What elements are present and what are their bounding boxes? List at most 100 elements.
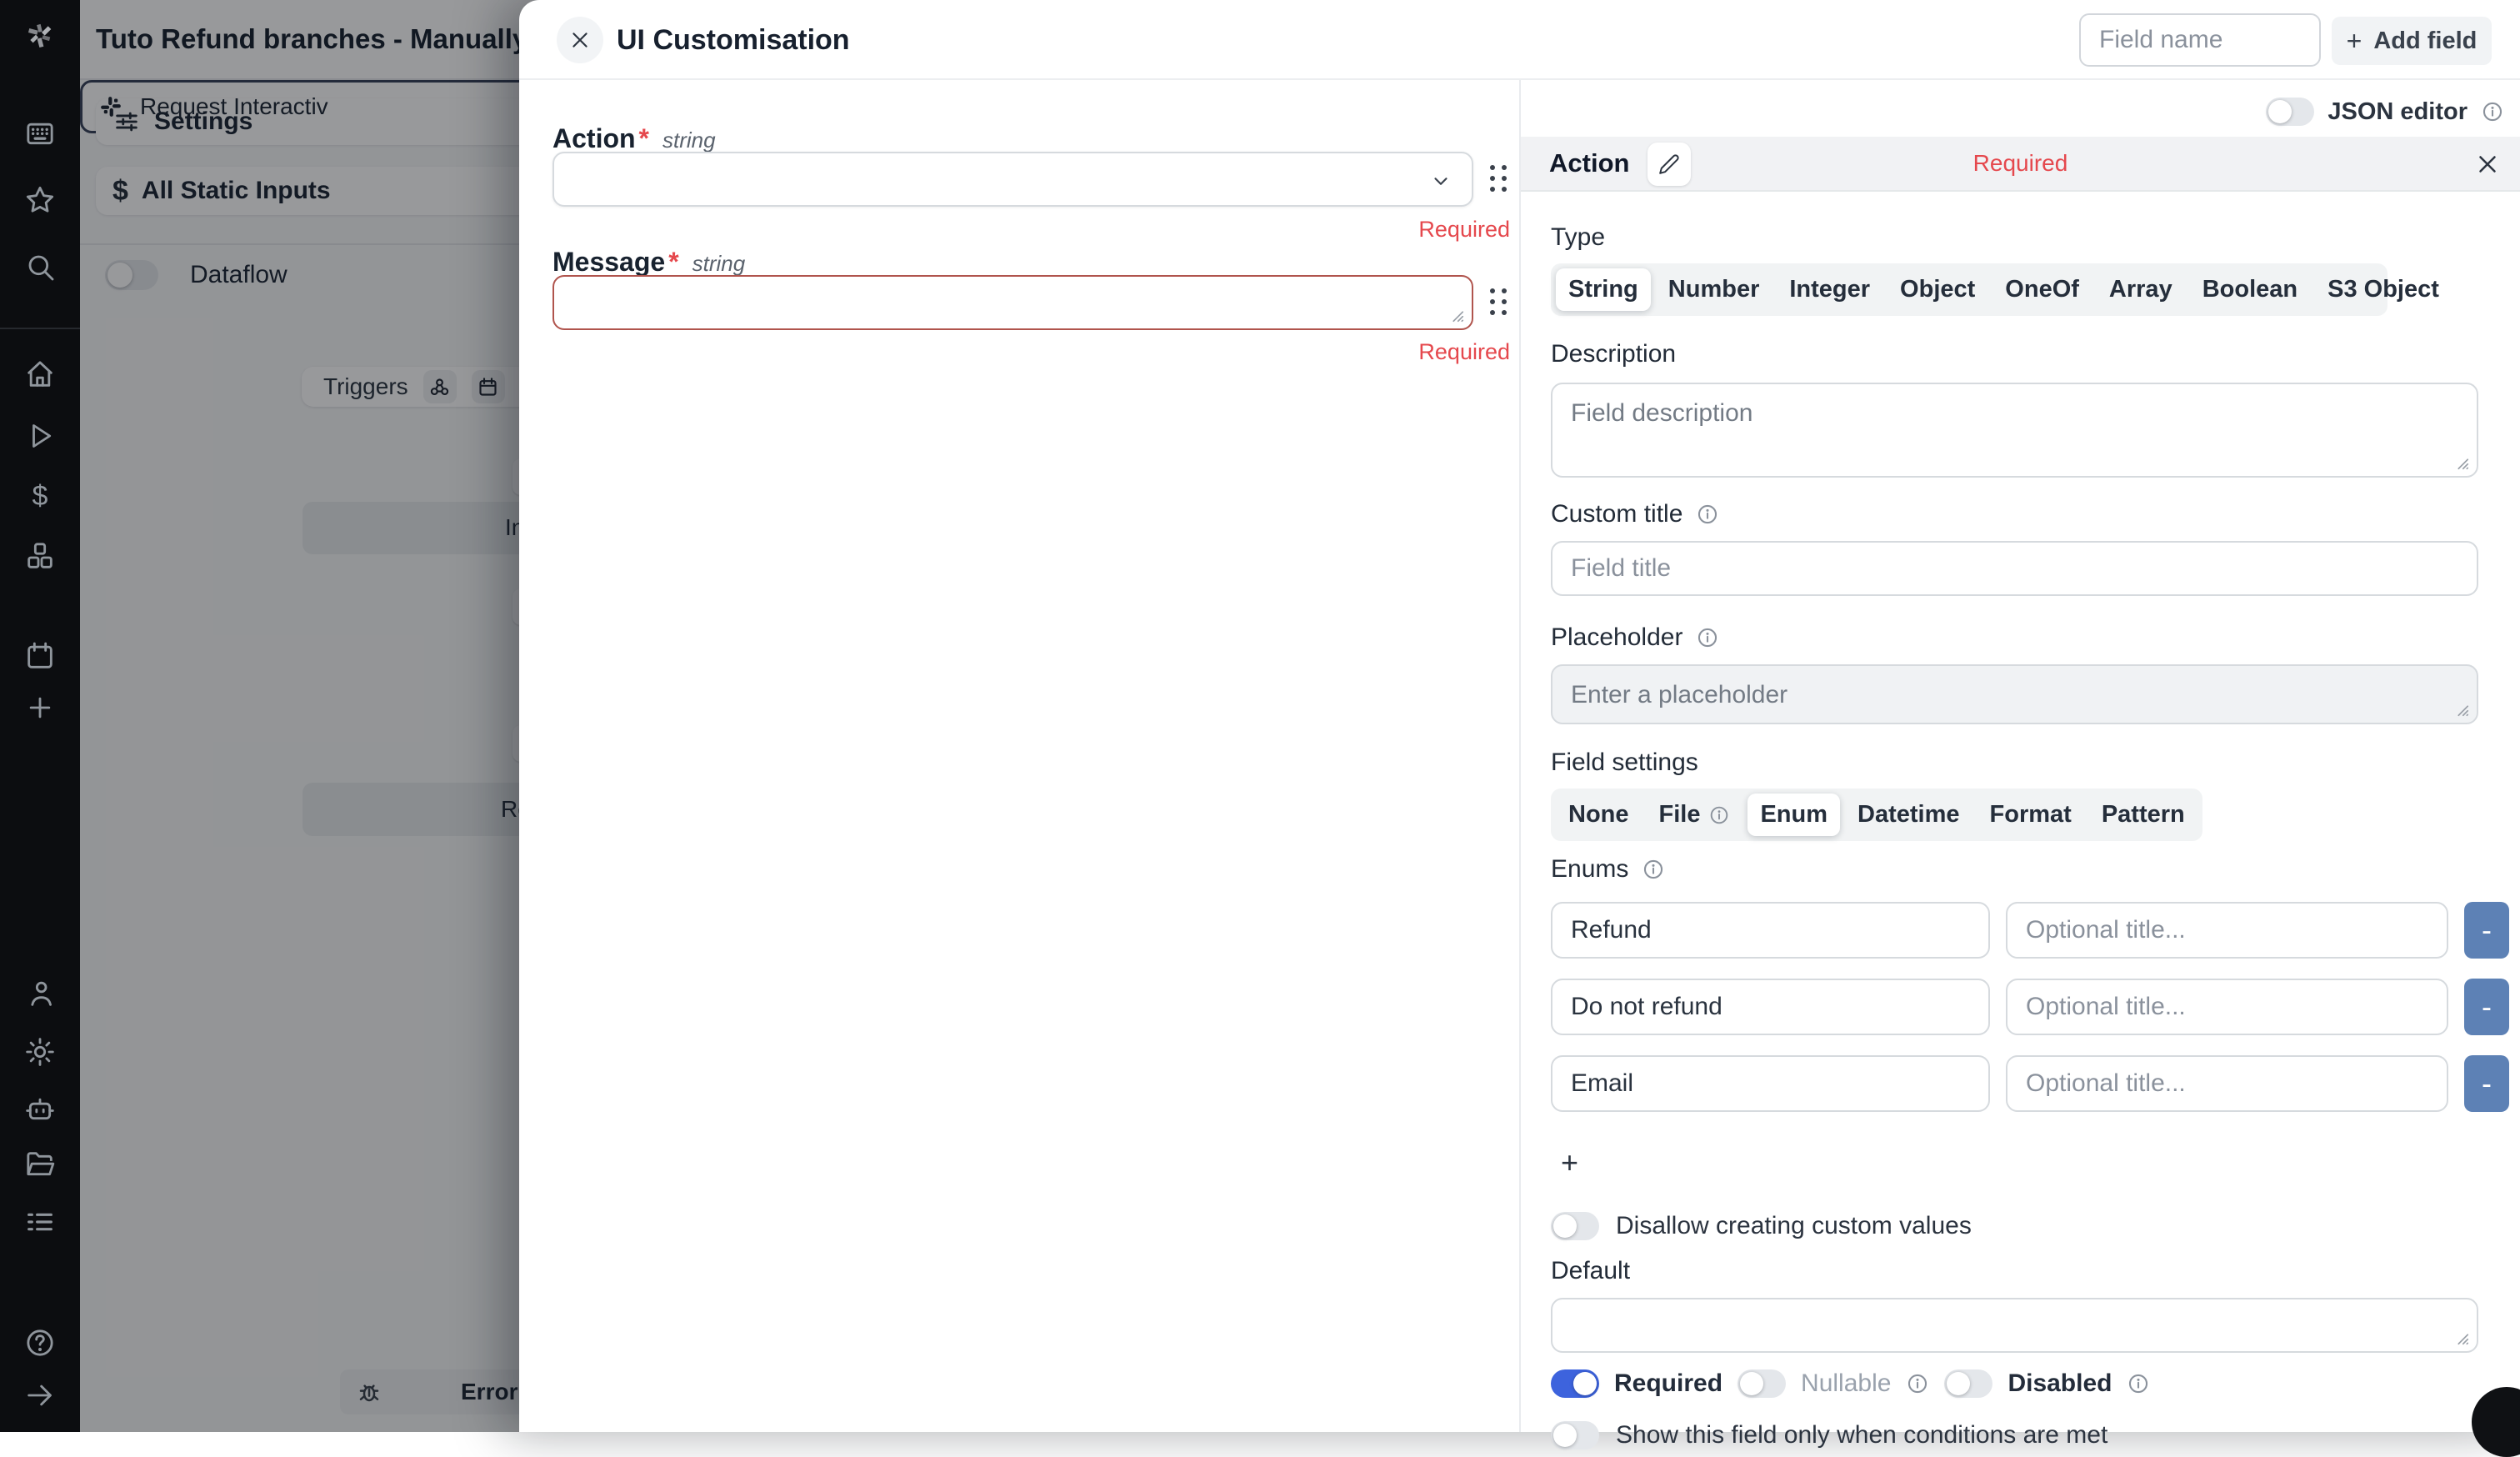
setting-option-format[interactable]: Format — [1978, 794, 2084, 836]
sidebar-item-runs[interactable] — [23, 419, 57, 453]
remove-enum-button[interactable]: - — [2464, 1055, 2509, 1112]
field-name-input[interactable] — [2079, 13, 2321, 67]
enum-row: - — [1551, 1055, 2478, 1112]
default-textarea[interactable] — [1551, 1298, 2478, 1353]
info-icon[interactable] — [1696, 626, 1719, 649]
modal-backdrop[interactable] — [80, 0, 547, 1432]
enum-value-input[interactable] — [1551, 902, 1990, 959]
remove-enum-button[interactable]: - — [2464, 979, 2509, 1035]
description-textarea[interactable]: Field description — [1551, 383, 2478, 478]
resize-handle-icon[interactable] — [2452, 699, 2470, 718]
condition-toggle[interactable] — [1551, 1421, 1599, 1449]
setting-option-file[interactable]: File — [1647, 794, 1743, 836]
sidebar-help-button[interactable] — [23, 1326, 57, 1359]
action-field-type: string — [662, 128, 716, 153]
condition-label: Show this field only when conditions are… — [1616, 1421, 2108, 1449]
info-icon[interactable] — [1642, 858, 1665, 881]
sidebar-item-console[interactable] — [23, 117, 57, 150]
sidebar-item-account[interactable] — [23, 977, 57, 1010]
resize-handle-icon[interactable] — [1447, 305, 1465, 323]
type-option-number[interactable]: Number — [1656, 268, 1772, 311]
message-required-error: Required — [552, 339, 1510, 365]
sidebar-item-billing[interactable]: $ — [23, 479, 57, 513]
enums-section: Enums - - - + Disallow creating cust — [1551, 855, 2478, 1240]
setting-option-datetime[interactable]: Datetime — [1845, 794, 1972, 836]
info-icon[interactable] — [1906, 1372, 1929, 1395]
info-icon[interactable] — [2127, 1372, 2150, 1395]
type-option-string[interactable]: String — [1556, 268, 1651, 311]
json-editor-toggle[interactable] — [2266, 98, 2314, 126]
info-icon[interactable] — [2481, 100, 2504, 123]
enum-value-input[interactable] — [1551, 979, 1990, 1035]
type-option-object[interactable]: Object — [1888, 268, 1988, 311]
flags-row: Required Nullable Disabled — [1551, 1369, 2478, 1398]
default-section: Default Required Nullable Disabled Show … — [1551, 1257, 2478, 1449]
disallow-custom-values-row: Disallow creating custom values — [1551, 1212, 2478, 1240]
nullable-toggle[interactable] — [1738, 1369, 1786, 1398]
sidebar-item-settings[interactable] — [23, 1035, 57, 1069]
action-required-error: Required — [552, 217, 1510, 243]
sidebar-item-integrations[interactable] — [23, 539, 57, 573]
setting-option-enum[interactable]: Enum — [1748, 794, 1840, 836]
enum-title-input[interactable] — [2006, 902, 2448, 959]
placeholder-textarea[interactable]: Enter a placeholder — [1551, 664, 2478, 724]
sidebar-item-agents[interactable] — [23, 1092, 57, 1125]
field-settings-segmented-control: None File Enum Datetime Format Pattern — [1551, 789, 2202, 841]
sidebar-item-search[interactable] — [23, 250, 57, 283]
info-icon[interactable] — [1696, 503, 1719, 526]
disallow-custom-values-toggle[interactable] — [1551, 1212, 1599, 1240]
add-enum-button[interactable]: + — [1551, 1145, 1588, 1180]
resize-handle-icon[interactable] — [2452, 1328, 2470, 1346]
required-asterisk: * — [639, 123, 649, 154]
app-logo[interactable] — [23, 18, 57, 52]
sidebar-item-files[interactable] — [23, 1148, 57, 1181]
required-toggle[interactable] — [1551, 1369, 1599, 1398]
disabled-toggle[interactable] — [1944, 1369, 1992, 1398]
divider — [1519, 80, 1521, 1432]
enum-title-input[interactable] — [2006, 1055, 2448, 1112]
info-icon — [1708, 804, 1730, 826]
sidebar-item-logs[interactable] — [23, 1205, 57, 1239]
enum-row: - — [1551, 979, 2478, 1035]
add-field-button[interactable]: + Add field — [2332, 17, 2492, 65]
sidebar-item-home[interactable] — [23, 358, 57, 391]
sidebar-item-favorites[interactable] — [23, 183, 57, 217]
placeholder-section: Placeholder Enter a placeholder — [1551, 623, 2478, 724]
type-option-integer[interactable]: Integer — [1777, 268, 1882, 311]
description-label: Description — [1551, 340, 2478, 368]
sidebar-add-button[interactable] — [23, 691, 57, 724]
drag-handle[interactable] — [1488, 283, 1510, 322]
custom-title-input[interactable] — [1551, 541, 2478, 596]
sidebar-item-schedules[interactable] — [23, 639, 57, 673]
required-asterisk: * — [668, 247, 678, 278]
divider — [0, 328, 80, 329]
enum-title-input[interactable] — [2006, 979, 2448, 1035]
field-config-header: Action Required — [1521, 137, 2520, 192]
action-field-label: Action — [552, 123, 636, 154]
resize-handle-icon[interactable] — [2452, 453, 2470, 471]
message-textarea[interactable] — [552, 275, 1473, 330]
default-label: Default — [1551, 1257, 2478, 1285]
enums-label: Enums — [1551, 855, 1628, 884]
close-icon — [569, 29, 591, 51]
close-config-icon[interactable] — [2473, 150, 2502, 178]
placeholder-label: Placeholder — [1551, 623, 1682, 652]
setting-option-none[interactable]: None — [1556, 794, 1642, 836]
action-select[interactable] — [552, 152, 1473, 207]
enum-value-input[interactable] — [1551, 1055, 1990, 1112]
message-field-type: string — [692, 251, 746, 277]
type-option-s3object[interactable]: S3 Object — [2315, 268, 2452, 311]
type-segmented-control: String Number Integer Object OneOf Array… — [1551, 263, 2388, 316]
field-required-status: Required — [1521, 150, 2520, 177]
message-field-label: Message — [552, 247, 665, 278]
drag-handle[interactable] — [1488, 160, 1510, 198]
remove-enum-button[interactable]: - — [2464, 902, 2509, 959]
type-option-oneof[interactable]: OneOf — [1992, 268, 2092, 311]
sidebar-collapse-button[interactable] — [23, 1379, 57, 1412]
close-modal-button[interactable] — [557, 17, 603, 63]
type-option-array[interactable]: Array — [2097, 268, 2185, 311]
setting-option-pattern[interactable]: Pattern — [2089, 794, 2198, 836]
type-option-boolean[interactable]: Boolean — [2190, 268, 2310, 311]
nullable-flag-label: Nullable — [1801, 1369, 1891, 1398]
placeholder-placeholder: Enter a placeholder — [1571, 681, 1788, 709]
